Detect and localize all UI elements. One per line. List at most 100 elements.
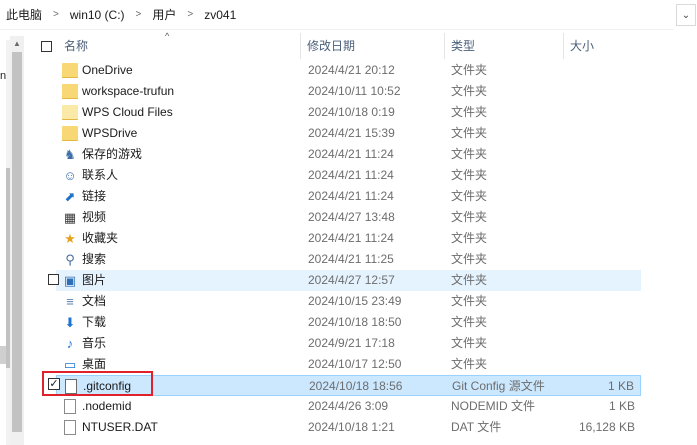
file-name: .nodemid bbox=[82, 399, 132, 413]
file-modified-date: 2024/4/26 3:09 bbox=[308, 399, 389, 413]
file-size: 1 KB bbox=[608, 399, 635, 413]
address-history-dropdown[interactable]: ⌄ bbox=[676, 4, 696, 26]
navigation-pane-item-edge bbox=[0, 346, 6, 364]
file-modified-date: 2024/4/21 11:24 bbox=[308, 189, 394, 203]
file-type: 文件夹 bbox=[451, 357, 488, 371]
folder-icon bbox=[62, 63, 78, 78]
column-header-date[interactable]: 修改日期 bbox=[301, 33, 445, 59]
file-modified-date: 2024/4/21 20:12 bbox=[308, 63, 395, 77]
music-icon: ♪ bbox=[66, 336, 74, 351]
file-modified-date: 2024/4/27 13:48 bbox=[308, 210, 395, 224]
file-name: 下载 bbox=[82, 315, 107, 329]
documents-icon: ≡ bbox=[66, 294, 74, 309]
column-header: 名称 修改日期 类型 大小 bbox=[24, 33, 697, 59]
file-modified-date: 2024/10/15 23:49 bbox=[308, 294, 402, 308]
table-row[interactable]: WPS Cloud Files 2024/10/18 0:19 文件夹 bbox=[56, 102, 641, 123]
file-name: 音乐 bbox=[82, 336, 107, 350]
breadcrumb-drive[interactable]: win10 (C:) bbox=[68, 8, 127, 22]
folder-icon bbox=[62, 105, 78, 120]
file-type: 文件夹 bbox=[451, 168, 488, 182]
favorites-icon: ★ bbox=[64, 231, 76, 246]
file-type: NODEMID 文件 bbox=[451, 399, 536, 413]
desktop-icon: ▭ bbox=[63, 357, 77, 372]
file-modified-date: 2024/10/11 10:52 bbox=[308, 84, 401, 98]
check-icon: ✓ bbox=[49, 378, 59, 390]
file-modified-date: 2024/4/27 12:57 bbox=[308, 273, 395, 287]
contacts-icon: ☺ bbox=[63, 168, 77, 183]
file-size: 16,128 KB bbox=[578, 420, 635, 434]
file-name: 搜索 bbox=[82, 252, 107, 266]
file-modified-date: 2024/10/17 12:50 bbox=[308, 357, 402, 371]
table-row[interactable]: ▣ 图片 2024/4/27 12:57 文件夹 bbox=[56, 270, 641, 291]
file-list-scrollbar-thumb[interactable] bbox=[12, 52, 22, 432]
file-type: 文件夹 bbox=[451, 105, 488, 119]
scroll-up-icon[interactable]: ▲ bbox=[10, 36, 24, 50]
table-row[interactable]: OneDrive 2024/4/21 20:12 文件夹 bbox=[56, 60, 641, 81]
breadcrumb-this-pc[interactable]: 此电脑 bbox=[4, 6, 44, 23]
file-type: 文件夹 bbox=[451, 126, 488, 140]
file-modified-date: 2024/10/18 0:19 bbox=[308, 105, 395, 119]
file-modified-date: 2024/4/21 15:39 bbox=[308, 126, 395, 140]
row-checkbox[interactable] bbox=[48, 274, 59, 285]
file-modified-date: 2024/4/21 11:24 bbox=[308, 147, 394, 161]
saved-games-icon: ♞ bbox=[64, 147, 76, 162]
file-modified-date: 2024/10/18 18:56 bbox=[309, 379, 403, 393]
breadcrumb-user-folder[interactable]: zv041 bbox=[202, 8, 238, 22]
file-type: 文件夹 bbox=[451, 147, 488, 161]
breadcrumb-chevron-icon[interactable]: > bbox=[44, 9, 68, 20]
file-type: Git Config 源文件 bbox=[452, 379, 545, 393]
table-row[interactable]: ☺ 联系人 2024/4/21 11:24 文件夹 bbox=[56, 165, 641, 186]
file-name: 视频 bbox=[82, 210, 107, 224]
table-row[interactable]: ⬇ 下载 2024/10/18 18:50 文件夹 bbox=[56, 312, 641, 333]
file-name: NTUSER.DAT bbox=[82, 420, 158, 434]
downloads-icon: ⬇ bbox=[64, 315, 76, 330]
file-modified-date: 2024/9/21 17:18 bbox=[308, 336, 395, 350]
file-name: 文档 bbox=[82, 294, 107, 308]
searches-icon: ⚲ bbox=[65, 252, 75, 267]
file-icon bbox=[64, 399, 76, 414]
breadcrumb-chevron-icon[interactable]: > bbox=[127, 9, 151, 20]
address-bar[interactable]: 此电脑 > win10 (C:) > 用户 > zv041 bbox=[0, 0, 674, 30]
column-header-name[interactable]: 名称 bbox=[58, 33, 301, 59]
table-row[interactable]: NTUSER.DAT 2024/10/18 1:21 DAT 文件 16,128 KB bbox=[56, 417, 641, 438]
table-row[interactable]: WPSDrive 2024/4/21 15:39 文件夹 bbox=[56, 123, 641, 144]
folder-icon bbox=[62, 84, 78, 99]
table-row[interactable]: ≡ 文档 2024/10/15 23:49 文件夹 bbox=[56, 291, 641, 312]
file-type: 文件夹 bbox=[451, 273, 488, 287]
file-modified-date: 2024/10/18 1:21 bbox=[308, 420, 395, 434]
breadcrumb-chevron-icon[interactable]: > bbox=[178, 9, 202, 20]
file-modified-date: 2024/4/21 11:24 bbox=[308, 231, 394, 245]
file-type: 文件夹 bbox=[451, 84, 488, 98]
folder-icon bbox=[62, 126, 78, 141]
table-row[interactable]: .nodemid 2024/4/26 3:09 NODEMID 文件 1 KB bbox=[56, 396, 641, 417]
videos-icon: ▦ bbox=[63, 210, 77, 225]
chevron-down-icon: ⌄ bbox=[681, 9, 691, 21]
file-name: 链接 bbox=[82, 189, 107, 203]
table-row[interactable]: ⚲ 搜索 2024/4/21 11:25 文件夹 bbox=[56, 249, 641, 270]
file-name: 保存的游戏 bbox=[82, 147, 143, 161]
file-type: 文件夹 bbox=[451, 336, 488, 350]
row-checkbox-checked[interactable]: ✓ bbox=[48, 378, 60, 390]
file-modified-date: 2024/4/21 11:25 bbox=[308, 252, 394, 266]
pictures-icon: ▣ bbox=[63, 273, 77, 288]
file-type: DAT 文件 bbox=[451, 420, 502, 434]
file-name: workspace-trufun bbox=[82, 84, 175, 98]
table-row[interactable]: ▦ 视频 2024/4/27 13:48 文件夹 bbox=[56, 207, 641, 228]
table-row[interactable]: ♞ 保存的游戏 2024/4/21 11:24 文件夹 bbox=[56, 144, 641, 165]
table-row[interactable]: ♪ 音乐 2024/9/21 17:18 文件夹 bbox=[56, 333, 641, 354]
file-type: 文件夹 bbox=[451, 294, 488, 308]
column-header-type[interactable]: 类型 bbox=[445, 33, 564, 59]
breadcrumb-users[interactable]: 用户 bbox=[150, 6, 178, 23]
file-icon bbox=[64, 420, 76, 435]
file-name: OneDrive bbox=[82, 63, 133, 77]
column-header-size[interactable]: 大小 bbox=[564, 33, 644, 59]
file-size: 1 KB bbox=[607, 379, 634, 393]
file-name: 收藏夹 bbox=[82, 231, 119, 245]
file-name: WPSDrive bbox=[82, 126, 138, 140]
file-type: 文件夹 bbox=[451, 189, 488, 203]
file-type: 文件夹 bbox=[451, 252, 488, 266]
table-row[interactable]: ⬈ 链接 2024/4/21 11:24 文件夹 bbox=[56, 186, 641, 207]
table-row[interactable]: workspace-trufun 2024/10/11 10:52 文件夹 bbox=[56, 81, 641, 102]
file-type: 文件夹 bbox=[451, 315, 488, 329]
table-row[interactable]: ★ 收藏夹 2024/4/21 11:24 文件夹 bbox=[56, 228, 641, 249]
